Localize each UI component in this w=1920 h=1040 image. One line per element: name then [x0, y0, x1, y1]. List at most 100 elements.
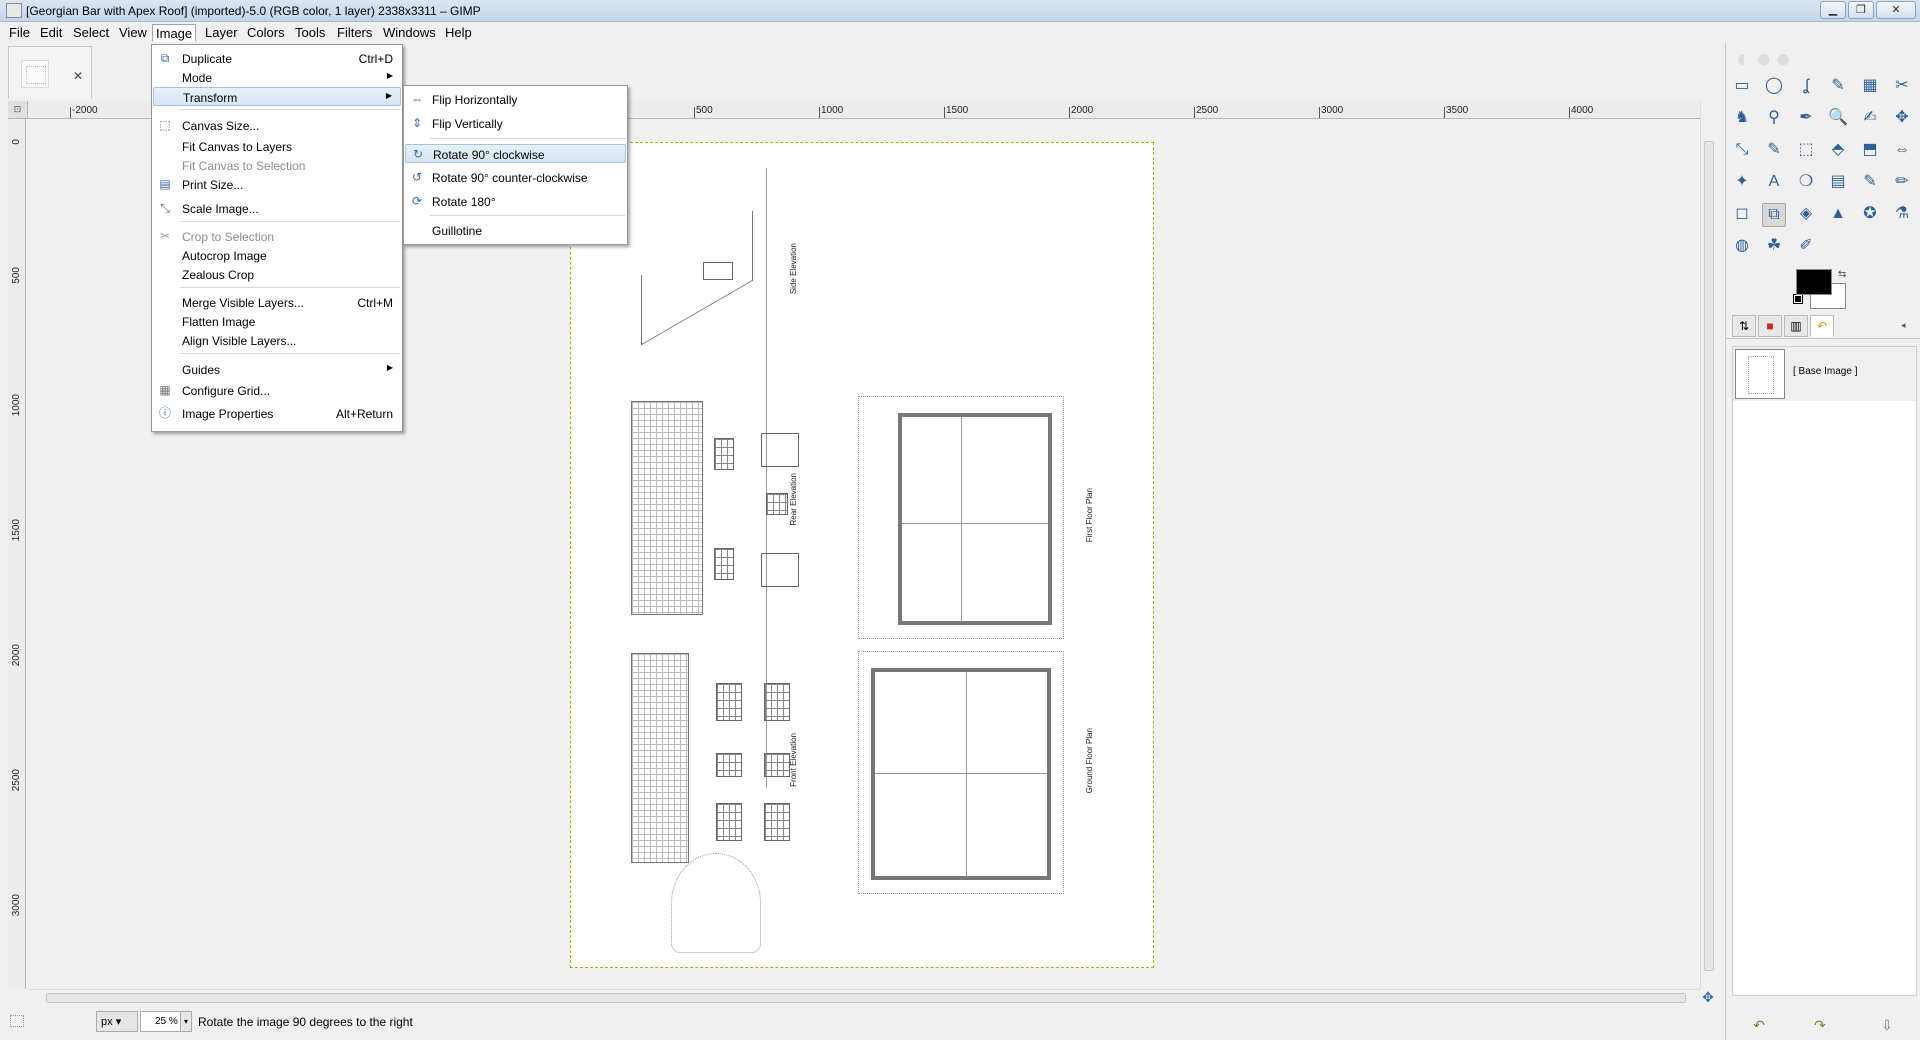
maximize-button[interactable]: ❐: [1848, 1, 1874, 19]
menu-file[interactable]: File: [6, 24, 33, 41]
tab-undo-history[interactable]: ↶: [1810, 315, 1834, 337]
menu-item-mode[interactable]: Mode ▶: [153, 68, 401, 87]
front-window: [716, 753, 742, 777]
tab-error-console[interactable]: ■: [1758, 315, 1782, 337]
ellipse-select-tool-icon[interactable]: ◯: [1762, 75, 1786, 99]
pencil-tool-icon[interactable]: ✏: [1890, 171, 1914, 195]
flip-tool-icon[interactable]: ✦: [1730, 171, 1754, 195]
navigate-icon[interactable]: ✥: [1700, 989, 1716, 1005]
foreground-color-swatch[interactable]: [1796, 269, 1832, 295]
measure-tool-icon[interactable]: ✍: [1858, 107, 1882, 131]
menu-item-fit-canvas-to-layers[interactable]: Fit Canvas to Layers: [153, 137, 401, 156]
menu-item-flip-horizontally[interactable]: ⇔ Flip Horizontally: [405, 90, 626, 109]
clone-tool-icon[interactable]: ✪: [1858, 203, 1882, 227]
menu-select[interactable]: Select: [70, 24, 112, 41]
align-tool-icon[interactable]: ⤡: [1730, 139, 1754, 163]
paintbrush-tool-icon[interactable]: ◻: [1730, 203, 1754, 227]
cage-tool-icon[interactable]: A: [1762, 171, 1786, 195]
color-picker-tool-icon[interactable]: ✒: [1794, 107, 1818, 131]
airbrush-tool-icon[interactable]: ◈: [1794, 203, 1818, 227]
menu-item-crop-to-selection[interactable]: ✂ Crop to Selection: [153, 227, 401, 246]
menu-item-align-visible-layers[interactable]: Align Visible Layers...: [153, 331, 401, 350]
image-tab[interactable]: ✕: [8, 46, 92, 98]
horizontal-scrollbar[interactable]: [28, 989, 1700, 1005]
foreground-select-tool-icon[interactable]: ♞: [1730, 107, 1754, 131]
list-item[interactable]: [ Base Image ]: [1733, 347, 1916, 401]
menu-item-rotate-90-counter-clockwise[interactable]: ↺ Rotate 90° counter-clockwise: [405, 168, 626, 187]
blur-tool-icon[interactable]: ☘: [1762, 235, 1786, 259]
rect-select-tool-icon[interactable]: ▭: [1730, 75, 1754, 99]
menu-item-flip-vertically[interactable]: ⇕ Flip Vertically: [405, 114, 626, 133]
clear-history-icon[interactable]: ⇩: [1876, 1017, 1898, 1035]
pointer-position-icon: [10, 1015, 24, 1027]
move-tool-icon[interactable]: ✥: [1890, 107, 1914, 131]
menu-filters[interactable]: Filters: [334, 24, 375, 41]
ruler-corner-button[interactable]: ⊡: [8, 101, 28, 119]
menu-item-scale-image[interactable]: ⤡ Scale Image...: [153, 199, 401, 218]
menu-image[interactable]: Image: [152, 24, 197, 41]
menu-windows[interactable]: Windows: [380, 24, 439, 41]
menu-item-rotate-180[interactable]: ⟳ Rotate 180°: [405, 192, 626, 211]
menu-item-flatten-image[interactable]: Flatten Image: [153, 312, 401, 331]
heal-tool-icon[interactable]: ⚗: [1890, 203, 1914, 227]
free-select-tool-icon[interactable]: ʆ: [1794, 75, 1818, 99]
horizontal-scroll-thumb[interactable]: [46, 993, 1686, 1003]
front-window: [764, 683, 790, 721]
ruler-label: 1500: [946, 105, 969, 116]
perspective-tool-icon[interactable]: ⇔: [1890, 139, 1914, 163]
menu-item-configure-grid[interactable]: ▦ Configure Grid...: [153, 381, 401, 400]
flip-vertical-icon: ⇕: [411, 116, 423, 130]
menu-item-merge-visible-layers[interactable]: Merge Visible Layers... Ctrl+M: [153, 293, 401, 312]
dock-menu-icon[interactable]: ◂: [1901, 320, 1906, 331]
paths-tool-icon[interactable]: ⚲: [1762, 107, 1786, 131]
menu-item-print-size[interactable]: ▤ Print Size...: [153, 175, 401, 194]
menu-tools[interactable]: Tools: [292, 24, 328, 41]
menu-layer[interactable]: Layer: [202, 24, 241, 41]
rotate-tool-icon[interactable]: ⬚: [1794, 139, 1818, 163]
menu-colors[interactable]: Colors: [244, 24, 288, 41]
ink-tool-icon[interactable]: ▲: [1826, 203, 1850, 227]
menu-item-rotate-90-clockwise[interactable]: ↻ Rotate 90° clockwise: [405, 144, 626, 163]
menu-edit[interactable]: Edit: [37, 24, 65, 41]
menu-item-zealous-crop[interactable]: Zealous Crop: [153, 265, 401, 284]
shear-tool-icon[interactable]: ⬒: [1858, 139, 1882, 163]
unit-select[interactable]: px ▾: [96, 1011, 138, 1032]
text-tool-icon[interactable]: ❍: [1794, 171, 1818, 195]
menu-item-autocrop-image[interactable]: Autocrop Image: [153, 246, 401, 265]
tab-images[interactable]: ▥: [1784, 315, 1808, 337]
menu-view[interactable]: View: [116, 24, 150, 41]
menu-item-image-properties[interactable]: ⓘ Image Properties Alt+Return: [153, 404, 401, 423]
eraser-tool-icon[interactable]: ⧉: [1762, 203, 1786, 227]
menu-item-canvas-size[interactable]: ⬚ Canvas Size...: [153, 116, 401, 135]
undo-icon[interactable]: ↶: [1748, 1017, 1770, 1035]
vertical-scrollbar[interactable]: [1700, 101, 1716, 989]
crop-tool-icon[interactable]: ✎: [1762, 139, 1786, 163]
vertical-ruler[interactable]: 0 500 1000 1500 2000 2500 3000: [8, 119, 26, 989]
menu-item-duplicate[interactable]: ⧉ Duplicate Ctrl+D: [153, 49, 401, 68]
close-window-button[interactable]: ✕: [1876, 1, 1916, 19]
redo-icon[interactable]: ↷: [1809, 1017, 1831, 1035]
menu-help[interactable]: Help: [442, 24, 475, 41]
scale-tool-icon[interactable]: ⬘: [1826, 139, 1850, 163]
vertical-scroll-thumb[interactable]: [1704, 141, 1714, 971]
reset-colors-icon[interactable]: [1793, 294, 1803, 304]
document-page[interactable]: Side Elevation Rear Elevation Front Elev…: [570, 142, 1154, 968]
fuzzy-select-tool-icon[interactable]: ✎: [1826, 75, 1850, 99]
menu-item-guides[interactable]: Guides ▶: [153, 360, 401, 379]
tab-device-status[interactable]: ⇅: [1732, 315, 1756, 337]
swap-colors-icon[interactable]: ⇆: [1838, 269, 1846, 280]
close-tab-icon[interactable]: ✕: [73, 69, 83, 83]
menu-item-fit-canvas-to-selection[interactable]: Fit Canvas to Selection: [153, 156, 401, 175]
menu-item-transform[interactable]: Transform ▶: [153, 87, 401, 106]
minimize-button[interactable]: ▁: [1820, 1, 1846, 19]
scissors-select-tool-icon[interactable]: ✂: [1890, 75, 1914, 99]
blend-tool-icon[interactable]: ✎: [1858, 171, 1882, 195]
smudge-tool-icon[interactable]: ✐: [1794, 235, 1818, 259]
bucket-fill-tool-icon[interactable]: ▤: [1826, 171, 1850, 195]
perspective-clone-tool-icon[interactable]: ◍: [1730, 235, 1754, 259]
menu-item-guillotine[interactable]: Guillotine: [405, 221, 626, 240]
zoom-tool-icon[interactable]: 🔍: [1826, 107, 1850, 131]
image-menu-dropdown: ⧉ Duplicate Ctrl+D Mode ▶ Transform ▶ ⬚ Canva…: [151, 44, 403, 432]
color-select-tool-icon[interactable]: ▦: [1858, 75, 1882, 99]
zoom-dropdown-button[interactable]: ▾: [180, 1011, 192, 1032]
